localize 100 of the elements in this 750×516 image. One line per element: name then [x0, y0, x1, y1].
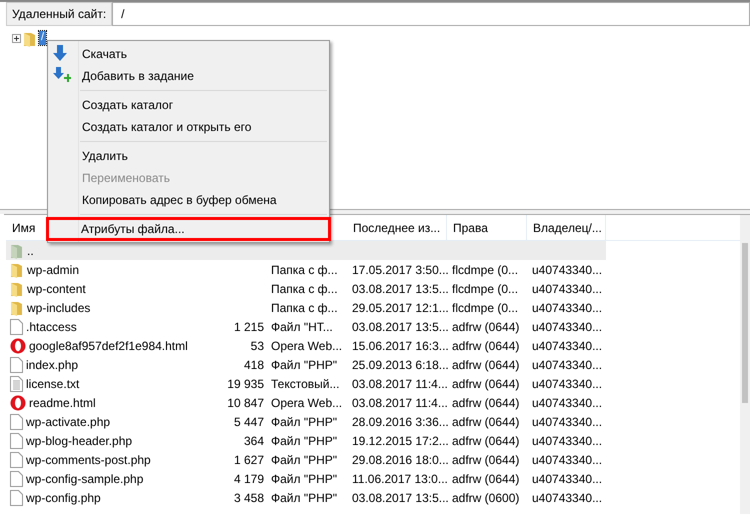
file-size: 5 447: [234, 414, 264, 428]
file-name: wp-activate.php: [26, 414, 110, 428]
opera-icon: [10, 394, 26, 410]
modified-date: 03.08.2017 11:4...: [351, 376, 447, 390]
file-name: wp-blog-header.php: [26, 434, 132, 448]
file-icon: [10, 356, 23, 372]
menu-item[interactable]: Удалить: [48, 145, 329, 167]
folder-icon: [10, 300, 24, 316]
folder-icon: [10, 280, 24, 296]
scrollbar[interactable]: [740, 215, 750, 514]
down-arrow-plus-icon: [53, 67, 71, 85]
owner: u40743340...: [531, 452, 604, 466]
file-type: Папка с ф...: [270, 300, 339, 314]
file-name: wp-config-sample.php: [26, 472, 144, 486]
modified-date: 11.06.2017 13:0...: [351, 472, 447, 486]
file-name: wp-comments-post.php: [26, 452, 151, 466]
menu-item[interactable]: Добавить в задание: [48, 65, 329, 87]
menu-item[interactable]: Создать каталог: [48, 94, 329, 116]
file-row[interactable]: wp-content Папка с ф... 03.08.2017 13:5... flcdmpe (0... u40743340...: [6, 279, 606, 298]
folder-icon: [10, 262, 24, 278]
file-size: 1 627: [234, 452, 264, 466]
file-icon: [10, 490, 23, 506]
file-name: wp-config.php: [26, 490, 101, 504]
owner: u40743340...: [531, 490, 604, 504]
column-header[interactable]: Права: [447, 215, 527, 240]
permissions: adfrw (0644): [451, 338, 520, 352]
modified-date: 15.06.2017 16:3...: [351, 338, 447, 352]
file-name: readme.html: [29, 396, 96, 410]
file-row[interactable]: readme.html 10 847 Opera Web... 03.08.2017 11:4... adfrw (0644) u40743340...: [6, 393, 606, 412]
permissions: adfrw (0644): [451, 376, 520, 390]
modified-date: 19.12.2015 17:2...: [351, 434, 447, 448]
file-row[interactable]: ..: [6, 241, 606, 260]
owner: u40743340...: [531, 300, 604, 314]
menu-item[interactable]: Атрибуты файла...: [47, 218, 330, 240]
file-row[interactable]: license.txt 19 935 Текстовый... 03.08.2017 11:4... adfrw (0644) u40743340...: [6, 374, 606, 393]
file-type: Opera Web...: [270, 396, 344, 410]
file-size: 53: [250, 338, 264, 352]
file-row[interactable]: google8af957def2f1e984.html 53 Opera Web... 15.06.2017 16:3... adfrw (0644) u40743340...: [6, 336, 606, 355]
permissions: adfrw (0644): [451, 358, 520, 372]
modified-date: 17.05.2017 3:50...: [351, 262, 447, 276]
file-type: Файл "PHP": [270, 414, 338, 428]
file-row[interactable]: .htaccess 1 215 Файл "HT... 03.08.2017 13:5... adfrw (0644) u40743340...: [6, 317, 606, 336]
address-label: Удаленный сайт:: [6, 2, 112, 26]
file-name: ..: [27, 244, 34, 258]
modified-date: 29.08.2016 18:0...: [351, 452, 447, 466]
file-name: license.txt: [26, 376, 80, 390]
permissions: adfrw (0644): [451, 320, 520, 334]
permissions: adfrw (0600): [451, 490, 520, 504]
file-size: 4 179: [234, 472, 264, 486]
file-icon: [10, 452, 23, 468]
file-row[interactable]: wp-config-sample.php 4 179 Файл "PHP" 11.06.2017 13:0... adfrw (0644) u40743340...: [6, 469, 606, 488]
modified-date: 29.05.2017 12:1...: [351, 300, 447, 314]
owner: u40743340...: [531, 376, 604, 390]
address-field[interactable]: /: [112, 2, 750, 26]
file-size: 3 458: [234, 490, 264, 504]
file-type: Текстовый...: [270, 376, 340, 390]
opera-icon: [10, 338, 26, 354]
permissions: flcdmpe (0...: [451, 300, 520, 314]
file-row[interactable]: wp-activate.php 5 447 Файл "PHP" 28.09.2016 3:36... adfrw (0644) u40743340...: [6, 412, 606, 431]
modified-date: 03.08.2017 11:4...: [351, 396, 447, 410]
file-size: 19 935: [227, 376, 264, 390]
folder-icon: [10, 242, 24, 258]
owner: u40743340...: [531, 282, 604, 296]
file-type: Файл "PHP": [270, 452, 338, 466]
tree-item[interactable]: /: [39, 31, 46, 45]
file-name: wp-content: [27, 282, 86, 296]
file-size: 10 847: [227, 396, 264, 410]
file-row[interactable]: wp-admin Папка с ф... 17.05.2017 3:50... flcdmpe (0... u40743340...: [6, 260, 606, 279]
file-name: wp-includes: [27, 300, 90, 314]
file-row[interactable]: index.php 418 Файл "PHP" 25.09.2013 6:18... adfrw (0644) u40743340...: [6, 355, 606, 374]
permissions: adfrw (0644): [451, 414, 520, 428]
file-size: 1 215: [234, 320, 264, 334]
file-type: Файл "PHP": [270, 434, 338, 448]
modified-date: 25.09.2013 6:18...: [351, 358, 447, 372]
file-type: Папка с ф...: [270, 282, 339, 296]
expand-icon[interactable]: [12, 34, 21, 43]
file-name: index.php: [26, 358, 78, 372]
file-name: google8af957def2f1e984.html: [29, 338, 188, 352]
file-icon: [10, 470, 23, 486]
text-file-icon: [10, 376, 23, 392]
file-icon: [10, 414, 23, 430]
owner: u40743340...: [531, 358, 604, 372]
folder-icon: [23, 31, 37, 47]
permissions: adfrw (0644): [451, 472, 520, 486]
file-row[interactable]: wp-config.php 3 458 Файл "PHP" 03.08.2017 13:5... adfrw (0600) u40743340...: [6, 488, 606, 507]
menu-item[interactable]: Создать каталог и открыть его: [48, 116, 329, 138]
file-row[interactable]: wp-includes Папка с ф... 29.05.2017 12:1... flcdmpe (0... u40743340...: [6, 298, 606, 317]
menu-item[interactable]: Скачать: [48, 43, 329, 65]
file-type: Файл "PHP": [270, 472, 338, 486]
file-name: wp-admin: [27, 262, 80, 276]
column-header[interactable]: Последнее из...: [347, 215, 447, 240]
file-type: Файл "PHP": [270, 358, 338, 372]
file-row[interactable]: wp-blog-header.php 364 Файл "PHP" 19.12.2015 17:2... adfrw (0644) u40743340...: [6, 431, 606, 450]
column-header[interactable]: Владелец/...: [527, 215, 606, 240]
file-icon: [10, 432, 23, 448]
owner: u40743340...: [531, 472, 604, 486]
menu-item[interactable]: Копировать адрес в буфер обмена: [48, 189, 329, 211]
owner: u40743340...: [531, 262, 604, 276]
permissions: adfrw (0644): [451, 396, 520, 410]
file-row[interactable]: wp-comments-post.php 1 627 Файл "PHP" 29.08.2016 18:0... adfrw (0644) u40743340...: [6, 450, 606, 469]
